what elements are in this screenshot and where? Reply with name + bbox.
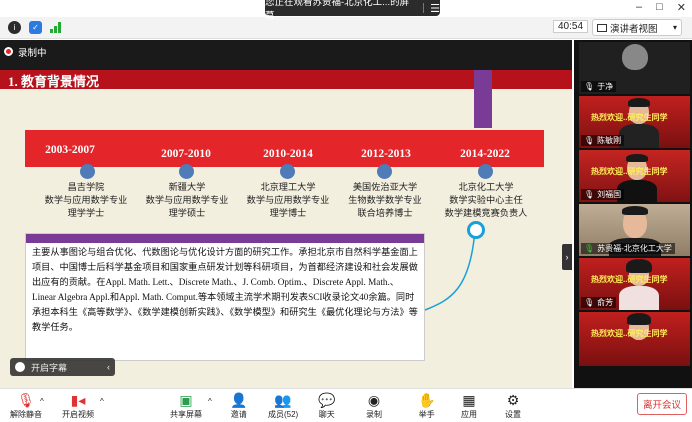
timeline-node-active: [467, 221, 485, 239]
members-button[interactable]: 👥 成员(52): [268, 392, 298, 420]
close-button[interactable]: ✕: [677, 1, 686, 14]
raise-hand-button[interactable]: ✋ 举手: [418, 392, 435, 420]
participant-tile[interactable]: 热烈欢迎..研究生同学 🎙 陈敏刚: [579, 96, 690, 148]
timeline-node: [80, 164, 95, 179]
captions-label: 开启字幕: [31, 362, 68, 373]
timeline-node: [179, 164, 194, 179]
shared-screen: 录制中 1. 教育背景情况 2003-2007 2007-2010 2010-2…: [0, 40, 572, 388]
description-header-bar: [26, 234, 424, 243]
mic-off-icon: 🎙: [584, 190, 595, 199]
participant-banner: 热烈欢迎..研究生同学: [591, 167, 668, 176]
settings-button[interactable]: ⚙ 设置: [505, 392, 521, 420]
mic-on-icon: 🎙: [584, 244, 595, 253]
timeline-years: 2003-2007: [45, 144, 95, 156]
people-icon: 👥: [274, 392, 292, 408]
leave-meeting-button[interactable]: 离开会议: [637, 393, 687, 415]
share-screen-button[interactable]: ▣ 共享屏幕: [170, 392, 202, 420]
view-mode-button[interactable]: 演讲者视图 ▾: [592, 19, 682, 36]
participant-name: 🎙 苏贵福-北京化工大学: [581, 243, 675, 254]
timeline-node: [377, 164, 392, 179]
participant-name: 🎙 于净: [581, 81, 617, 92]
slide-title: 1. 教育背景情况: [8, 74, 100, 89]
captions-icon: [15, 362, 25, 372]
chat-icon: 💬: [318, 392, 336, 408]
participant-panel: 🎙 于净 热烈欢迎..研究生同学 🎙 陈敏刚 热烈欢迎..研究生同学 🎙 刘福国 🎙 苏…: [574, 40, 692, 388]
participant-tile[interactable]: 热烈欢迎..研究生同学 🎙 刘福国: [579, 150, 690, 202]
signal-icon[interactable]: [50, 22, 63, 33]
share-screen-icon: ▣: [179, 392, 193, 408]
collapse-sidebar-button[interactable]: ›: [562, 244, 572, 270]
record-button[interactable]: ◉ 录制: [366, 392, 382, 420]
participant-tile[interactable]: 热烈欢迎..研究生同学: [579, 312, 690, 366]
participant-tile-active-speaker[interactable]: 🎙 苏贵福-北京化工大学: [579, 204, 690, 256]
view-mode-label: 演讲者视图: [610, 23, 658, 35]
unmute-button[interactable]: 🎙 解除静音: [10, 392, 42, 420]
grid-icon: [597, 23, 607, 32]
presentation-slide: 1. 教育背景情况 2003-2007 2007-2010 2010-2014 …: [0, 70, 572, 388]
apps-button[interactable]: ▦ 应用: [461, 392, 477, 420]
invite-button[interactable]: 👤 邀请: [230, 392, 247, 420]
recording-label: 录制中: [18, 47, 47, 59]
hand-icon: ✋: [418, 392, 436, 408]
camera-off-icon: ▮◂: [70, 392, 86, 408]
recording-indicator: 录制中: [4, 44, 47, 59]
meeting-toolbar: 🎙 解除静音 ^ ▮◂ 开启视频 ^ ▣ 共享屏幕 ^ 👤 邀请 👥 成员(52…: [0, 388, 692, 422]
screen-share-banner[interactable]: 您正在观看苏贵福-北京化工...的屏幕 ☰: [265, 0, 440, 22]
gear-icon: ⚙: [506, 392, 520, 408]
start-video-button[interactable]: ▮◂ 开启视频: [62, 392, 94, 420]
timeline-node: [478, 164, 493, 179]
share-banner-text: 您正在观看苏贵福-北京化工...的屏幕: [265, 0, 410, 22]
banner-divider: [423, 3, 425, 13]
participant-name: 🎙 俞芳: [581, 297, 617, 308]
participant-tile[interactable]: 热烈欢迎..研究生同学 🎙 俞芳: [579, 258, 690, 310]
mic-muted-icon: 🎙: [17, 392, 35, 408]
mic-off-icon: 🎙: [584, 82, 595, 91]
meeting-timer: 40:54: [553, 20, 589, 33]
participant-banner: 热烈欢迎..研究生同学: [591, 113, 668, 122]
info-icon[interactable]: i: [8, 21, 21, 34]
slide-accent-bar: [474, 70, 492, 128]
participant-name: 🎙 陈敏刚: [581, 135, 625, 146]
minimize-button[interactable]: –: [636, 1, 642, 14]
research-description: 主要从事图论与组合优化、代数图论与优化设计方面的研究工作。承担北京市自然科学基金…: [32, 247, 418, 332]
timeline-years: 2014-2022: [460, 148, 510, 160]
participant-banner: 热烈欢迎..研究生同学: [591, 329, 668, 338]
chevron-up-icon[interactable]: ^: [208, 397, 212, 406]
timeline-node: [280, 164, 295, 179]
participant-tile[interactable]: 🎙 于净: [579, 42, 690, 94]
chat-button[interactable]: 💬 聊天: [318, 392, 335, 420]
participant-banner: 热烈欢迎..研究生同学: [591, 275, 668, 284]
record-icon: ◉: [367, 392, 381, 408]
mic-off-icon: 🎙: [584, 298, 595, 307]
mic-off-icon: 🎙: [584, 136, 595, 145]
maximize-button[interactable]: □: [656, 1, 663, 14]
add-user-icon: 👤: [230, 392, 248, 408]
record-dot-icon: [4, 47, 13, 56]
timeline-years: 2010-2014: [263, 148, 313, 160]
timeline-connector: [424, 230, 476, 311]
timeline-years: 2012-2013: [361, 148, 411, 160]
timeline-institution: 北京化工大学 数学实验中心主任 数学建模竞赛负责人: [444, 182, 528, 218]
window-controls: – □ ✕: [636, 1, 686, 14]
timeline-years: 2007-2010: [161, 148, 211, 160]
chevron-down-icon: ▾: [672, 23, 677, 32]
chevron-left-icon[interactable]: ‹: [107, 362, 110, 372]
participant-name: 🎙 刘福国: [581, 189, 625, 200]
chevron-up-icon[interactable]: ^: [100, 397, 104, 406]
shield-icon[interactable]: ✓: [29, 21, 42, 34]
captions-control[interactable]: 开启字幕 ‹: [10, 358, 115, 376]
apps-grid-icon: ▦: [462, 392, 476, 408]
chevron-up-icon[interactable]: ^: [40, 397, 44, 406]
research-description-box: 主要从事图论与组合优化、代数图论与优化设计方面的研究工作。承担北京市自然科学基金…: [25, 233, 425, 361]
menu-icon[interactable]: ☰: [430, 2, 440, 15]
